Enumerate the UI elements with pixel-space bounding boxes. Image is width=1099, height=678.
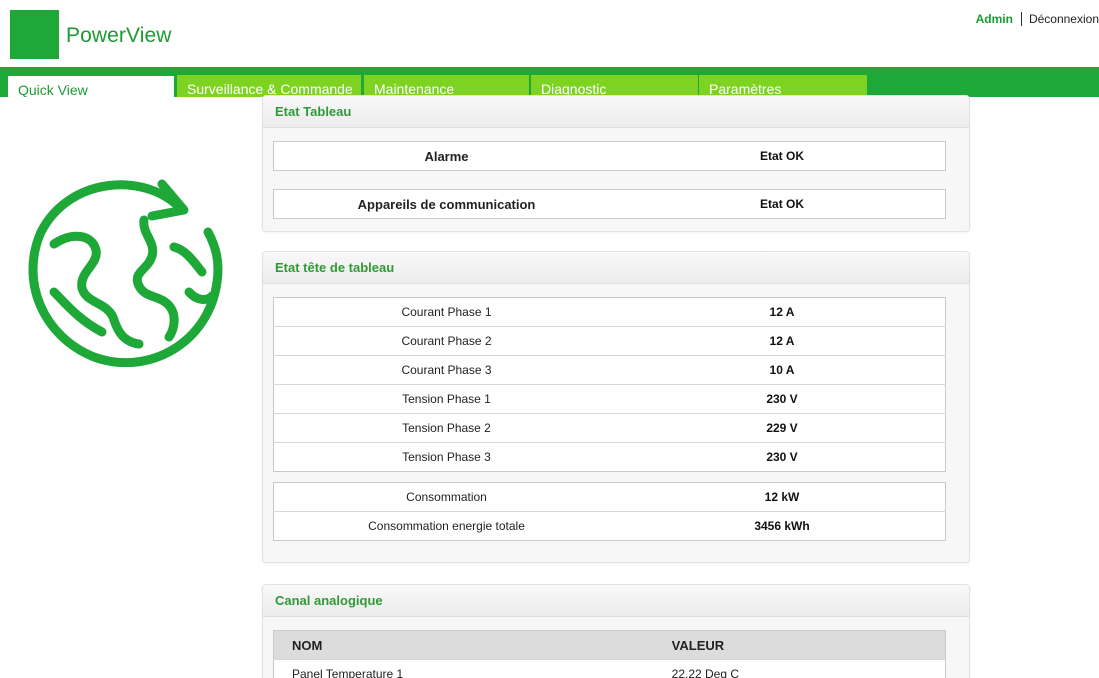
canal-analogique-panel: Canal analogique NOM VALEUR Panel Temper… xyxy=(262,584,970,678)
consumption-label: Consommation xyxy=(406,490,487,504)
alarme-value: Etat OK xyxy=(759,149,804,163)
phase-label: Courant Phase 3 xyxy=(273,355,619,385)
col-header-nom: NOM xyxy=(273,630,532,660)
phase-label: Tension Phase 3 xyxy=(273,442,619,472)
main-nav: Quick View Surveillance & Commande Maint… xyxy=(0,67,1099,97)
table-row: Tension Phase 2 229 V xyxy=(273,413,946,443)
table-row: Consommation energie totale 3456 kWh xyxy=(273,511,946,541)
col-header-valeur: VALEUR xyxy=(531,630,946,660)
phase-label: Tension Phase 2 xyxy=(273,413,619,443)
phase-label: Courant Phase 1 xyxy=(401,305,492,319)
user-divider xyxy=(1020,12,1022,26)
comm-devices-value: Etat OK xyxy=(760,197,805,211)
phase-label: Courant Phase 2 xyxy=(273,326,619,356)
tab-quick-view[interactable]: Quick View xyxy=(7,75,175,97)
app-title: PowerView xyxy=(66,24,172,47)
table-row: Alarme Etat OK xyxy=(274,142,946,171)
comm-devices-table: Appareils de communication Etat OK xyxy=(273,189,946,219)
brand-logo xyxy=(10,10,59,59)
table-row: Tension Phase 3 230 V xyxy=(273,442,946,472)
table-row: Panel Temperature 1 22.22 Deg C xyxy=(273,659,946,678)
phase-value: 229 V xyxy=(619,413,946,443)
analog-name: Panel Temperature 1 xyxy=(273,659,532,678)
phase-value: 12 A xyxy=(619,326,946,356)
analog-table: NOM VALEUR Panel Temperature 1 22.22 Deg… xyxy=(273,630,946,678)
table-row: Courant Phase 1 12 A xyxy=(274,298,946,327)
etat-tableau-panel: Etat Tableau Alarme Etat OK Appareils de… xyxy=(262,95,970,232)
etat-tete-panel: Etat tête de tableau Courant Phase 1 12 … xyxy=(262,251,970,563)
phase-value: 12 A xyxy=(769,305,795,319)
tab-maintenance[interactable]: Maintenance xyxy=(364,75,529,97)
user-name: Admin xyxy=(975,12,1013,26)
etat-tableau-title: Etat Tableau xyxy=(263,96,969,128)
table-row: Courant Phase 2 12 A xyxy=(273,326,946,356)
tab-parametres[interactable]: Paramètres xyxy=(699,75,867,97)
table-row: Tension Phase 1 230 V xyxy=(273,384,946,414)
canal-analogique-title: Canal analogique xyxy=(263,585,969,617)
consumption-total-value: 3456 kWh xyxy=(619,511,946,541)
consumption-value: 12 kW xyxy=(764,490,800,504)
table-row: Appareils de communication Etat OK xyxy=(274,190,946,219)
table-row: Consommation 12 kW xyxy=(274,483,946,512)
user-bar: Admin Déconnexion xyxy=(976,12,1099,26)
consumption-table: Consommation 12 kW Consommation energie … xyxy=(273,482,946,541)
globe-arrow-icon xyxy=(28,179,223,367)
phase-label: Tension Phase 1 xyxy=(273,384,619,414)
logout-link[interactable]: Déconnexion xyxy=(1029,12,1099,26)
table-row: Courant Phase 3 10 A xyxy=(273,355,946,385)
table-header-row: NOM VALEUR xyxy=(273,630,946,660)
phase-value: 230 V xyxy=(619,442,946,472)
comm-devices-label: Appareils de communication xyxy=(357,196,536,212)
phase-table: Courant Phase 1 12 A Courant Phase 2 12 … xyxy=(273,297,946,472)
tab-surveillance-commande[interactable]: Surveillance & Commande xyxy=(177,75,361,97)
etat-tete-title: Etat tête de tableau xyxy=(263,252,969,284)
alarme-label: Alarme xyxy=(424,148,469,164)
analog-value: 22.22 Deg C xyxy=(531,659,946,678)
consumption-total-label: Consommation energie totale xyxy=(273,511,620,541)
tab-diagnostic[interactable]: Diagnostic xyxy=(531,75,698,97)
phase-value: 10 A xyxy=(619,355,946,385)
phase-value: 230 V xyxy=(619,384,946,414)
alarme-table: Alarme Etat OK xyxy=(273,141,946,171)
